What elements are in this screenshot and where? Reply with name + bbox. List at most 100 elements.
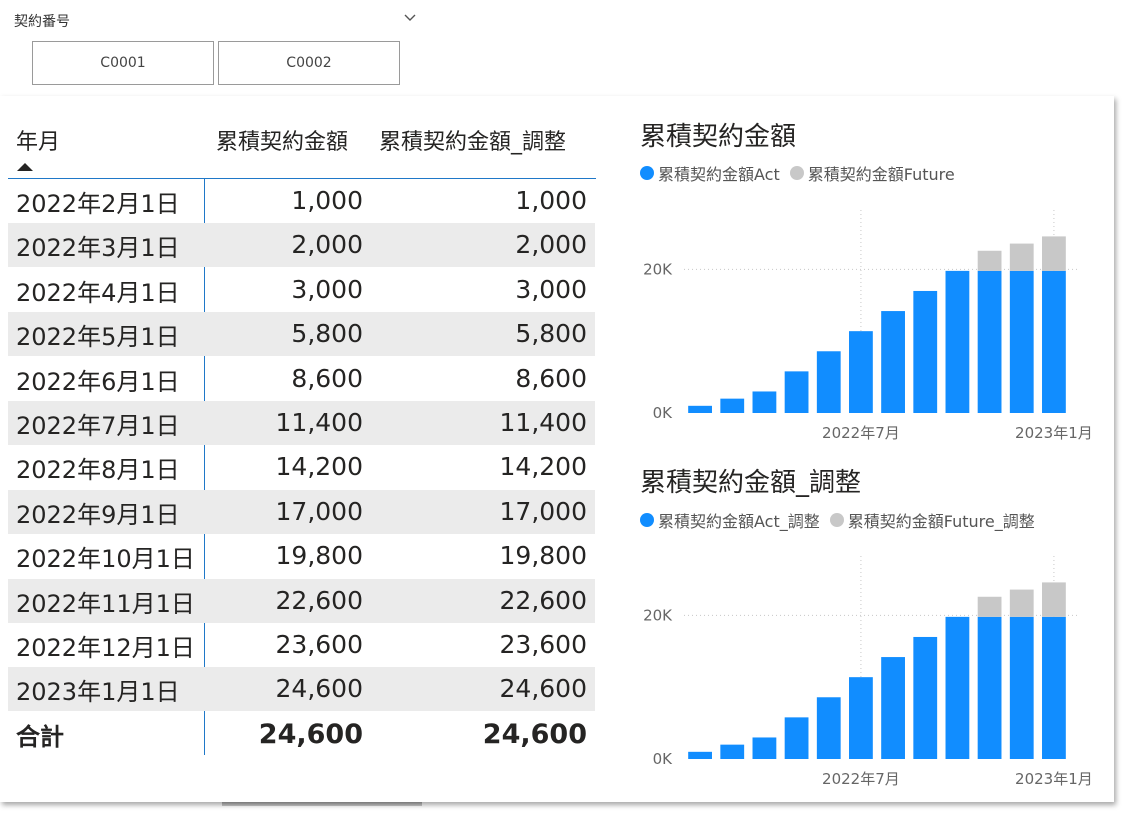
table-row[interactable]: 2022年9月1日 17,000 17,000 [8,489,595,534]
cell-cumulative-amount: 19,800 [275,541,363,571]
legend-item-act[interactable]: 累積契約金額Act [640,161,780,185]
bar-act[interactable] [945,616,970,759]
table-row[interactable]: 2022年6月1日 8,600 8,600 [8,357,595,401]
cell-cumulative-amount: 2,000 [291,230,363,260]
bar-future[interactable] [1009,243,1034,271]
cell-year-month: 2022年2月1日 [16,190,180,218]
header-year-month[interactable]: 年月 [16,124,60,156]
bar-act[interactable] [752,391,777,413]
bar-future[interactable] [1009,589,1034,617]
cell-cumulative-amount: 14,200 [275,452,363,482]
y-tick-label: 20K [643,260,673,278]
slicer-option-c0002[interactable]: C0002 [218,41,400,85]
chart2-plot: 0K 20K 2022年7月 2023年1月 [643,556,1093,788]
chart1-title: 累積契約金額 [640,122,797,152]
cell-year-month: 2022年12月1日 [16,634,195,662]
y-tick-label: 0K [653,404,674,422]
table-row[interactable]: 2022年2月1日 1,000 1,000 [8,179,595,223]
cell-cumulative-amount-adjusted: 5,800 [515,319,587,349]
legend-label: 累積契約金額Act [658,165,780,184]
sort-ascending-icon[interactable] [17,163,33,171]
table-row[interactable]: 2022年3月1日 2,000 2,000 [8,223,595,268]
x-tick-label: 2022年7月 [822,424,900,442]
bar-act[interactable] [913,636,938,759]
cell-cumulative-amount-adjusted: 14,200 [499,452,587,482]
bar-future[interactable] [1042,236,1066,271]
chevron-down-icon[interactable] [402,10,418,26]
cell-cumulative-amount: 23,600 [275,630,363,659]
cell-cumulative-amount-adjusted: 19,800 [499,541,587,571]
total-row: 合計 24,600 24,600 [8,712,595,756]
bar-act[interactable] [688,405,712,413]
cell-cumulative-amount: 11,400 [275,408,363,437]
bar-act[interactable] [1042,270,1066,413]
table-row[interactable]: 2022年8月1日 14,200 14,200 [8,445,595,489]
total-cumulative-amount-adjusted: 24,600 [482,718,587,750]
legend-item-future[interactable]: 累積契約金額Future [789,161,955,185]
bar-act[interactable] [816,351,841,413]
cell-cumulative-amount-adjusted: 23,600 [499,630,587,659]
cell-cumulative-amount-adjusted: 8,600 [515,363,587,393]
table-row[interactable]: 2022年7月1日 11,400 11,400 [8,401,595,445]
chart1-plot: 0K 20K 2022年7月 2023年1月 [643,210,1093,442]
cell-year-month: 2022年10月1日 [16,545,195,574]
bar-act[interactable] [816,697,841,759]
bar-act[interactable] [688,751,712,759]
y-tick-label: 0K [653,750,674,768]
cell-cumulative-amount: 17,000 [275,496,363,526]
cell-year-month: 2022年3月1日 [16,234,180,263]
table-row[interactable]: 2022年10月1日 19,800 19,800 [8,534,595,578]
bar-act[interactable] [881,657,905,759]
cell-cumulative-amount-adjusted: 22,600 [499,585,587,615]
bar-act[interactable] [720,744,745,759]
cell-cumulative-amount-adjusted: 17,000 [499,496,587,526]
legend-label: 累積契約金額Future_調整 [847,512,1035,531]
cell-year-month: 2023年1月1日 [16,678,180,707]
legend-dot-icon [640,166,654,180]
cell-cumulative-amount-adjusted: 1,000 [515,186,587,215]
legend-item-future-adjusted[interactable]: 累積契約金額Future_調整 [829,508,1035,532]
cell-year-month: 2022年11月1日 [16,589,195,618]
bar-act[interactable] [784,371,809,413]
table-row[interactable]: 2022年4月1日 3,000 3,000 [8,268,595,312]
x-tick-label: 2023年1月 [1015,770,1093,788]
bar-act[interactable] [945,270,970,413]
table-row[interactable]: 2022年12月1日 23,600 23,600 [8,623,595,667]
bar-act[interactable] [881,311,905,413]
cell-year-month: 2022年7月1日 [16,412,180,440]
cell-cumulative-amount-adjusted: 2,000 [515,230,587,260]
cell-year-month: 2022年4月1日 [16,278,180,307]
x-tick-label: 2022年7月 [822,770,900,788]
bar-future[interactable] [977,250,1002,271]
legend-label: 累積契約金額Act_調整 [658,512,820,531]
bar-future[interactable] [977,596,1002,617]
cell-year-month: 2022年5月1日 [16,323,180,352]
table-row[interactable]: 2022年5月1日 5,800 5,800 [8,312,595,357]
legend-dot-icon [829,513,844,527]
cell-year-month: 2022年6月1日 [16,367,180,396]
legend-dot-icon [640,513,654,527]
bar-act[interactable] [849,331,873,413]
bar-act[interactable] [977,270,1002,413]
cell-cumulative-amount: 22,600 [275,585,363,615]
header-cumulative-amount-adjusted[interactable]: 累積契約金額_調整 [379,124,566,156]
bar-act[interactable] [1042,616,1066,759]
x-tick-label: 2023年1月 [1015,424,1093,442]
bar-act[interactable] [977,616,1002,759]
bar-act[interactable] [849,677,873,759]
bar-future[interactable] [1042,582,1066,617]
cell-cumulative-amount-adjusted: 3,000 [515,274,587,304]
legend-item-act-adjusted[interactable]: 累積契約金額Act_調整 [640,508,820,532]
cell-cumulative-amount-adjusted: 24,600 [499,674,587,704]
y-tick-label: 20K [643,606,673,624]
bar-act[interactable] [1009,616,1034,759]
table-row[interactable]: 2023年1月1日 24,600 24,600 [8,667,595,712]
bar-act[interactable] [784,717,809,759]
bar-act[interactable] [1009,270,1034,413]
bar-act[interactable] [752,737,777,759]
header-cumulative-amount[interactable]: 累積契約金額 [216,124,348,156]
bar-act[interactable] [913,290,938,413]
slicer-option-c0001[interactable]: C0001 [32,41,214,85]
bar-act[interactable] [720,398,745,413]
table-row[interactable]: 2022年11月1日 22,600 22,600 [8,578,595,623]
